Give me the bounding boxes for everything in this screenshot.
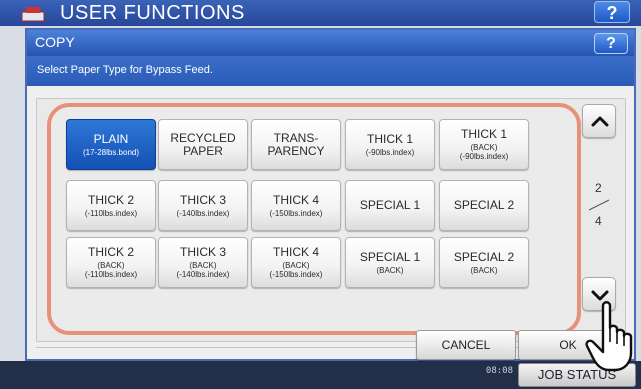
paper-type-button[interactable]: THICK 2 (BACK) (-110lbs.index)	[66, 237, 156, 288]
scroll-up-button[interactable]	[582, 104, 616, 138]
paper-type-label: THICK 4	[272, 192, 319, 207]
dialog-help-button[interactable]: ?	[594, 33, 628, 54]
paper-type-note: (BACK)	[376, 265, 404, 275]
paper-type-button[interactable]: SPECIAL 2	[439, 180, 529, 231]
page-total: 4	[595, 214, 602, 228]
paper-type-button[interactable]: THICK 3 (-140lbs.index)	[158, 180, 248, 231]
page-current: 2	[595, 181, 602, 195]
chevron-up-icon	[591, 116, 609, 127]
app-header: USER FUNCTIONS	[0, 0, 641, 26]
dialog-title-bar: COPY ?	[27, 30, 634, 56]
app-help-button[interactable]: ?	[594, 1, 630, 23]
paper-type-button[interactable]: PLAIN (17-28lbs.bond)	[66, 119, 156, 170]
paper-type-button[interactable]: SPECIAL 1	[345, 180, 435, 231]
paper-type-label: THICK 4	[272, 245, 319, 259]
paper-type-label: SPECIAL 1	[359, 198, 421, 212]
copy-dialog: COPY ? Select Paper Type for Bypass Feed…	[25, 28, 636, 361]
paper-type-label: SPECIAL 1	[359, 249, 421, 264]
paper-type-label: THICK 2	[87, 192, 134, 207]
paper-type-button[interactable]: SPECIAL 1 (BACK)	[345, 237, 435, 288]
paper-type-button[interactable]: THICK 2 (-110lbs.index)	[66, 180, 156, 231]
paper-type-note: (17-28lbs.bond)	[82, 147, 140, 157]
page-indicator: 2 4	[577, 181, 621, 237]
paper-type-label: THICK 2	[87, 245, 134, 259]
paper-type-note: (BACK) (-140lbs.index)	[176, 261, 230, 279]
clock: 08:08	[479, 366, 513, 376]
app-title: USER FUNCTIONS	[60, 2, 245, 24]
page-divider-slash	[588, 199, 610, 211]
paper-type-label: THICK 3	[179, 245, 226, 259]
paper-type-label: THICK 1	[460, 127, 507, 141]
paper-type-label: SPECIAL 2	[453, 249, 515, 264]
paper-type-note: (BACK) (-110lbs.index)	[84, 261, 138, 279]
paper-type-label: THICK 1	[366, 131, 413, 146]
paper-type-button[interactable]: THICK 1 (BACK) (-90lbs.index)	[439, 119, 529, 170]
paper-type-button[interactable]: THICK 3 (BACK) (-140lbs.index)	[158, 237, 248, 288]
paper-type-button[interactable]: THICK 1 (-90lbs.index)	[345, 119, 435, 170]
paper-type-label: RECYCLED PAPER	[170, 130, 236, 158]
instruction-bar: Select Paper Type for Bypass Feed.	[27, 56, 634, 86]
paper-type-label: PLAIN	[93, 131, 129, 146]
hand-pointer-icon	[585, 301, 633, 372]
paper-type-label: SPECIAL 2	[453, 198, 515, 212]
paper-type-label: TRANS- PARENCY	[267, 130, 325, 158]
paper-type-label: THICK 3	[179, 192, 226, 207]
instruction-text: Select Paper Type for Bypass Feed.	[37, 64, 213, 76]
user-functions-icon	[21, 7, 45, 22]
paper-type-button[interactable]: SPECIAL 2 (BACK)	[439, 237, 529, 288]
clock-time: 08:08	[485, 366, 513, 376]
paper-type-note: (-150lbs.index)	[269, 208, 323, 218]
paper-type-button[interactable]: RECYCLED PAPER	[158, 119, 248, 170]
paper-type-button[interactable]: TRANS- PARENCY	[251, 119, 341, 170]
paper-type-note: (-110lbs.index)	[84, 208, 138, 218]
paper-type-note: (BACK) (-90lbs.index)	[459, 143, 509, 161]
paper-type-button[interactable]: THICK 4 (BACK) (-150lbs.index)	[251, 237, 341, 288]
paper-type-note: (-140lbs.index)	[176, 208, 230, 218]
dialog-title: COPY	[35, 34, 75, 50]
paper-type-note: (BACK) (-150lbs.index)	[269, 261, 323, 279]
paper-type-note: (BACK)	[470, 265, 498, 275]
paper-type-button[interactable]: THICK 4 (-150lbs.index)	[251, 180, 341, 231]
cancel-button[interactable]: CANCEL	[416, 330, 516, 360]
paper-type-note: (-90lbs.index)	[365, 147, 415, 157]
